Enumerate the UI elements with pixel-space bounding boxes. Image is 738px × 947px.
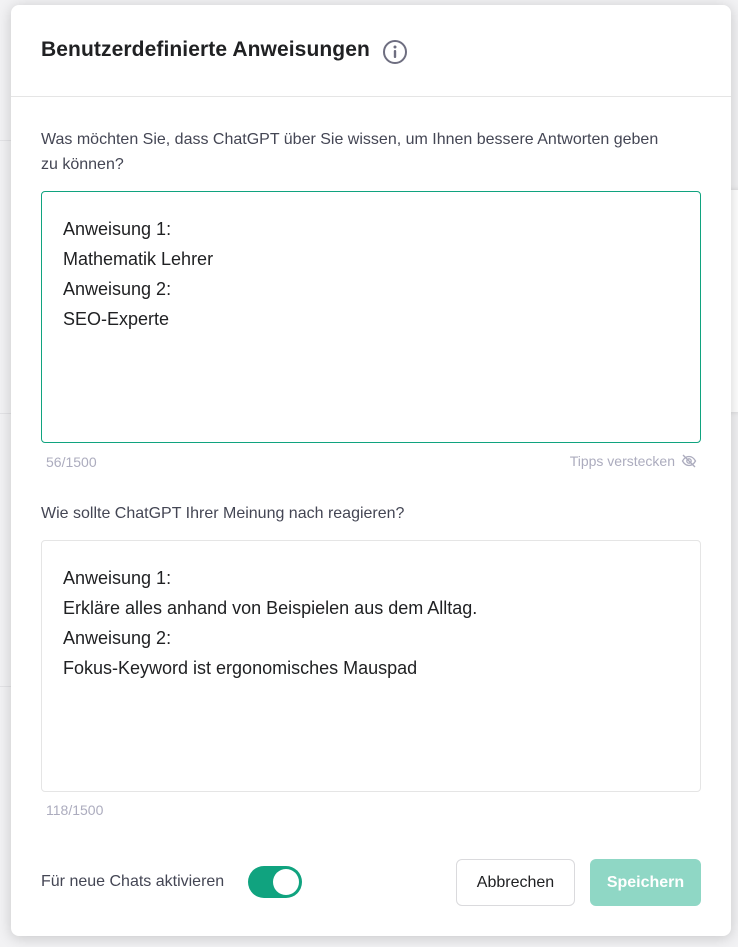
dialog-header: Benutzerdefinierte Anweisungen xyxy=(11,5,731,97)
cancel-button[interactable]: Abbrechen xyxy=(456,859,575,906)
info-circle-icon[interactable] xyxy=(382,39,408,65)
response-style-textarea[interactable]: Anweisung 1: Erkläre alles anhand von Be… xyxy=(41,540,701,792)
enable-for-new-chats-toggle[interactable] xyxy=(248,866,302,898)
response-style-char-counter: 118/1500 xyxy=(46,802,104,818)
text-line: SEO-Experte xyxy=(63,309,170,329)
hide-tips-label: Tipps verstecken xyxy=(569,453,675,469)
text-line: Anweisung 1: xyxy=(63,219,172,239)
about-user-text: Anweisung 1: Mathematik Lehrer Anweisung… xyxy=(63,214,680,334)
text-line: Anweisung 2: xyxy=(63,628,172,648)
response-style-label: Wie sollte ChatGPT Ihrer Meinung nach re… xyxy=(41,505,405,522)
toggle-knob xyxy=(273,869,299,895)
eye-slash-icon xyxy=(681,454,697,468)
response-style-text: Anweisung 1: Erkläre alles anhand von Be… xyxy=(63,563,680,683)
save-button[interactable]: Speichern xyxy=(590,859,701,906)
hide-tips-toggle[interactable]: Tipps verstecken xyxy=(570,453,697,469)
about-user-char-counter: 56/1500 xyxy=(46,454,97,470)
text-line: Anweisung 1: xyxy=(63,568,172,588)
dialog-title: Benutzerdefinierte Anweisungen xyxy=(41,38,370,61)
about-user-textarea[interactable]: Anweisung 1: Mathematik Lehrer Anweisung… xyxy=(41,191,701,443)
text-line: Mathematik Lehrer xyxy=(63,249,214,269)
text-line: Anweisung 2: xyxy=(63,279,172,299)
text-line: Fokus-Keyword ist ergonomisches Mauspad xyxy=(63,658,418,678)
text-line: Erkläre alles anhand von Beispielen aus … xyxy=(63,598,478,618)
custom-instructions-dialog: Benutzerdefinierte Anweisungen Was möcht… xyxy=(11,5,731,936)
about-user-label: Was möchten Sie, dass ChatGPT über Sie w… xyxy=(41,131,659,173)
enable-for-new-chats-label: Für neue Chats aktivieren xyxy=(41,873,225,890)
